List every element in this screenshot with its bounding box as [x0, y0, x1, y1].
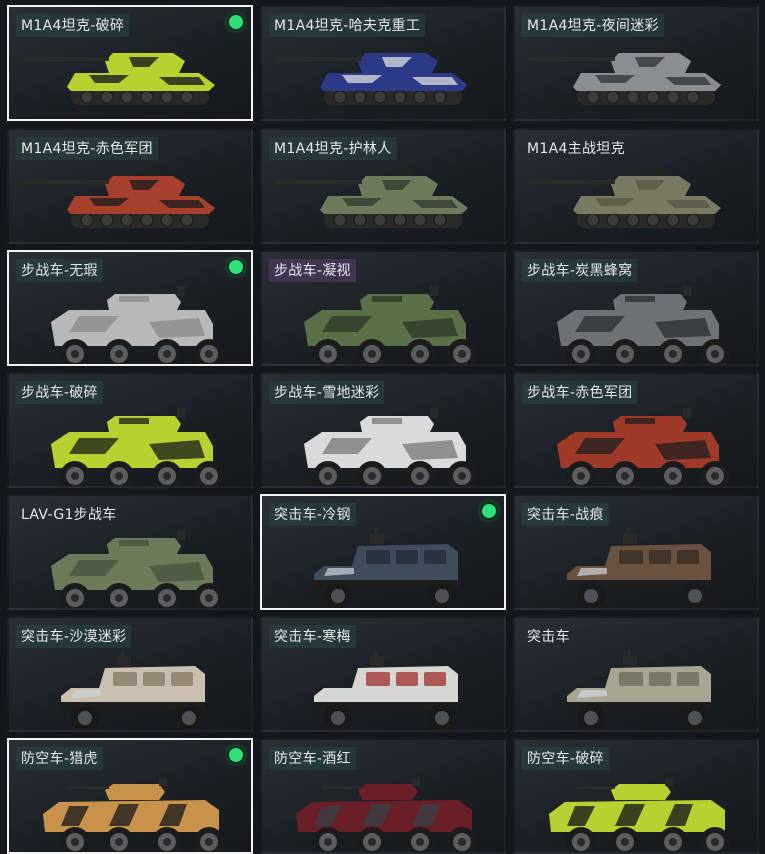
vehicle-skin-name: 步战车-无瑕 — [16, 259, 103, 282]
tank-vehicle-image — [529, 45, 721, 105]
vehicle-skin-name: M1A4坦克-护林人 — [269, 137, 397, 160]
vehicle-skin-name: 防空车-猎虎 — [16, 747, 103, 770]
ifv-vehicle-image — [51, 408, 224, 486]
vehicle-skin-name: 防空车-破碎 — [522, 747, 609, 770]
vehicle-skin-name: 步战车-破碎 — [16, 381, 103, 404]
vehicle-skin-card[interactable]: 突击车-寒梅 — [260, 616, 506, 732]
vehicle-skin-card[interactable]: 防空车-猎虎 — [7, 738, 253, 854]
vehicle-skin-card[interactable]: 步战车-无瑕 — [7, 250, 253, 366]
equipped-indicator-icon — [229, 748, 243, 762]
vehicle-skin-name: 突击车-战痕 — [522, 503, 609, 526]
ifv-vehicle-image — [304, 408, 477, 486]
vehicle-skin-card[interactable]: 步战车-雪地迷彩 — [260, 372, 506, 488]
aa-vehicle-image — [296, 778, 477, 852]
vehicle-skin-card[interactable]: M1A4坦克-护林人 — [260, 128, 506, 244]
tank-vehicle-image — [23, 45, 215, 105]
vehicle-skin-name: LAV-G1步战车 — [21, 507, 117, 523]
tank-vehicle-image — [276, 45, 468, 105]
ifv-vehicle-image — [304, 286, 477, 364]
vehicle-skin-card[interactable]: 突击车-沙漠迷彩 — [7, 616, 253, 732]
equipped-indicator-icon — [229, 15, 243, 29]
vehicle-skin-name: 突击车-寒梅 — [269, 625, 356, 648]
aa-vehicle-image — [549, 778, 730, 852]
vehicle-skin-card[interactable]: 防空车-破碎 — [513, 738, 759, 854]
vehicle-skin-card[interactable]: 突击车-战痕 — [513, 494, 759, 610]
vehicle-skin-name: 步战车-凝视 — [269, 259, 356, 282]
vehicle-skin-name: 步战车-炭黑蜂窝 — [522, 259, 638, 282]
vehicle-skin-card[interactable]: M1A4坦克-破碎 — [7, 5, 253, 121]
ifv-vehicle-image — [51, 286, 224, 364]
vehicle-skin-card[interactable]: 步战车-破碎 — [7, 372, 253, 488]
vehicle-skin-card[interactable]: LAV-G1步战车 — [7, 494, 253, 610]
vehicle-skin-card[interactable]: M1A4坦克-哈夫克重工 — [260, 5, 506, 121]
vehicle-skin-card[interactable]: 突击车 — [513, 616, 759, 732]
vehicle-skin-name: 步战车-雪地迷彩 — [269, 381, 385, 404]
vehicle-skin-card[interactable]: M1A4主战坦克 — [513, 128, 759, 244]
assault-vehicle-image — [61, 650, 205, 730]
vehicle-skin-name: 突击车-沙漠迷彩 — [16, 625, 132, 648]
vehicle-skin-card[interactable]: 步战车-凝视 — [260, 250, 506, 366]
assault-vehicle-image — [314, 528, 458, 608]
tank-vehicle-image — [23, 168, 215, 228]
tank-vehicle-image — [276, 168, 468, 228]
ifv-vehicle-image — [557, 286, 730, 364]
ifv-vehicle-image — [557, 408, 730, 486]
vehicle-skin-name: 突击车 — [527, 629, 570, 645]
vehicle-skin-card[interactable]: 步战车-炭黑蜂窝 — [513, 250, 759, 366]
tank-vehicle-image — [529, 168, 721, 228]
vehicle-skin-name: 步战车-赤色军团 — [522, 381, 638, 404]
vehicle-skin-name: M1A4坦克-夜间迷彩 — [522, 14, 664, 37]
vehicle-skin-name: M1A4坦克-哈夫克重工 — [269, 14, 426, 37]
vehicle-skin-name: M1A4坦克-赤色军团 — [16, 137, 158, 160]
assault-vehicle-image — [567, 528, 711, 608]
vehicle-skin-name: 防空车-酒红 — [269, 747, 356, 770]
ifv-vehicle-image — [51, 530, 224, 608]
vehicle-skin-name: M1A4主战坦克 — [527, 141, 625, 157]
vehicle-skin-name: 突击车-冷钢 — [269, 503, 356, 526]
vehicle-skin-name: M1A4坦克-破碎 — [16, 14, 130, 37]
vehicle-skin-grid: M1A4坦克-破碎 M1A4坦克-哈夫克重工 M1A4坦克-夜间迷彩 M1A4坦… — [0, 0, 765, 854]
vehicle-skin-card[interactable]: M1A4坦克-赤色军团 — [7, 128, 253, 244]
assault-vehicle-image — [314, 650, 458, 730]
aa-vehicle-image — [43, 778, 224, 852]
equipped-indicator-icon — [229, 260, 243, 274]
vehicle-skin-card[interactable]: 防空车-酒红 — [260, 738, 506, 854]
assault-vehicle-image — [567, 650, 711, 730]
equipped-indicator-icon — [482, 504, 496, 518]
vehicle-skin-card[interactable]: M1A4坦克-夜间迷彩 — [513, 5, 759, 121]
vehicle-skin-card[interactable]: 突击车-冷钢 — [260, 494, 506, 610]
vehicle-skin-card[interactable]: 步战车-赤色军团 — [513, 372, 759, 488]
